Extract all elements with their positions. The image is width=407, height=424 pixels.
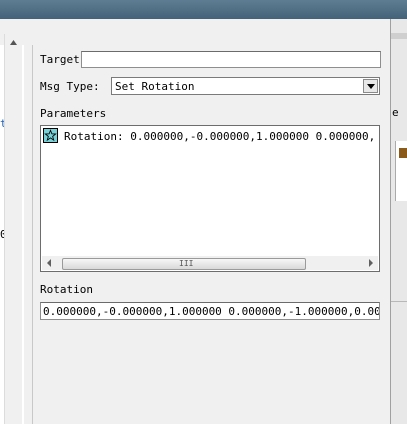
target-label: Target bbox=[40, 53, 80, 66]
divider bbox=[391, 301, 407, 302]
left-panel-scrollbar[interactable] bbox=[4, 34, 22, 424]
chevron-down-icon bbox=[367, 84, 375, 89]
background-text-fragment: e bbox=[392, 106, 399, 119]
scrollbar-grip: III bbox=[179, 259, 194, 268]
msg-type-dropdown[interactable]: Set Rotation bbox=[111, 77, 380, 95]
scrollbar-thumb[interactable]: III bbox=[62, 258, 306, 270]
parameters-list[interactable]: Rotation: 0.000000,-0.000000,1.000000 0.… bbox=[40, 125, 380, 272]
scroll-up-arrow-icon[interactable] bbox=[8, 38, 19, 48]
rotation-input[interactable]: 0.000000,-0.000000,1.000000 0.000000,-1.… bbox=[40, 302, 380, 320]
target-input[interactable] bbox=[81, 51, 381, 68]
msg-type-label: Msg Type: bbox=[40, 80, 100, 93]
scroll-right-arrow-icon[interactable] bbox=[369, 259, 373, 267]
rotation-value: 0.000000,-0.000000,1.000000 0.000000,-1.… bbox=[43, 305, 380, 318]
parameters-label: Parameters bbox=[40, 107, 107, 120]
star-icon bbox=[43, 128, 58, 143]
background-window-edge: e bbox=[391, 19, 407, 424]
background-icon bbox=[399, 148, 407, 158]
parameter-text: Rotation: 0.000000,-0.000000,1.000000 0.… bbox=[64, 130, 377, 143]
rotation-label: Rotation bbox=[40, 283, 93, 296]
panel-splitter[interactable] bbox=[24, 45, 33, 424]
horizontal-scrollbar[interactable]: III bbox=[42, 256, 378, 270]
list-item[interactable]: Rotation: 0.000000,-0.000000,1.000000 0.… bbox=[43, 128, 377, 144]
scroll-left-arrow-icon[interactable] bbox=[47, 259, 51, 267]
dropdown-button[interactable] bbox=[363, 79, 378, 93]
msg-type-value: Set Rotation bbox=[115, 80, 195, 93]
window-edge-bar bbox=[391, 33, 407, 39]
